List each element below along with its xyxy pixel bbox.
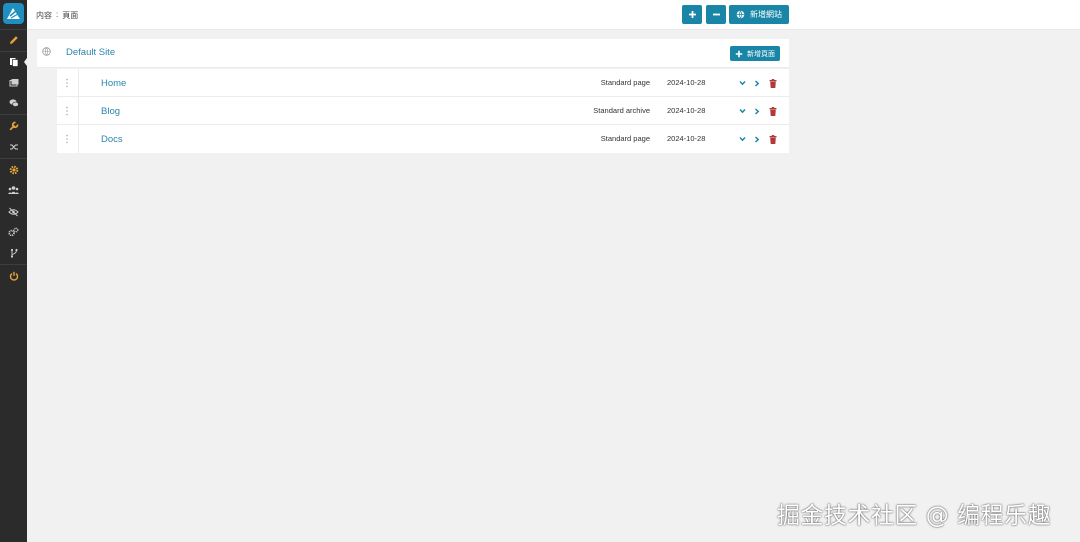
page-title-link[interactable]: Blog <box>101 106 120 117</box>
sidebar-item-tools[interactable] <box>0 117 27 135</box>
topbar: 内容 : 頁面 新增網站 <box>27 0 1080 30</box>
wrench-icon <box>9 121 18 131</box>
page-title-link[interactable]: Home <box>101 78 126 89</box>
users-icon <box>8 186 19 194</box>
delete-page-button[interactable] <box>768 78 778 88</box>
drag-handle-icon[interactable] <box>65 78 69 88</box>
branch-icon <box>10 248 18 258</box>
page-date: 2024-10-28 <box>667 134 706 143</box>
table-row: Docs Standard page 2024-10-28 <box>57 125 789 153</box>
chevron-down-icon <box>738 80 746 86</box>
plus-icon <box>735 50 743 57</box>
media-icon <box>9 79 18 87</box>
minus-icon <box>712 13 720 16</box>
trash-icon <box>769 78 777 88</box>
sidebar-divider <box>0 158 27 159</box>
chevron-down-icon <box>738 136 746 142</box>
power-icon <box>9 271 18 281</box>
chevron-right-icon <box>754 79 760 87</box>
sidebar-divider <box>0 51 27 52</box>
page-date: 2024-10-28 <box>667 106 706 115</box>
new-site-button[interactable]: 新增網站 <box>729 5 789 24</box>
expand-row-button[interactable] <box>737 106 747 116</box>
sidebar-divider <box>0 264 27 265</box>
chevron-down-icon <box>738 108 746 114</box>
table-row: Blog Standard archive 2024-10-28 <box>57 97 789 125</box>
open-page-button[interactable] <box>752 134 762 144</box>
new-site-label: 新增網站 <box>750 10 782 19</box>
sidebar-item-media[interactable] <box>0 74 27 92</box>
expand-all-button[interactable] <box>682 5 702 24</box>
watermark: 掘金技术社区 @ 编程乐趣 <box>777 503 1052 529</box>
pencil-icon <box>9 36 18 44</box>
shuffle-icon <box>9 144 18 150</box>
expand-row-button[interactable] <box>737 78 747 88</box>
page-type: Standard archive <box>593 106 650 115</box>
page-type: Standard page <box>600 78 650 87</box>
sidebar-item-branches[interactable] <box>0 244 27 262</box>
row-divider <box>78 125 79 153</box>
sidebar-divider <box>0 29 27 30</box>
open-page-button[interactable] <box>752 78 762 88</box>
logo-icon <box>7 8 20 19</box>
drag-handle-icon[interactable] <box>65 106 69 116</box>
row-divider <box>78 97 79 125</box>
collapse-all-button[interactable] <box>706 5 726 24</box>
sidebar-item-shuffle[interactable] <box>0 138 27 156</box>
logo[interactable] <box>3 3 24 24</box>
sidebar-item-comments[interactable] <box>0 94 27 112</box>
sidebar-divider <box>0 114 27 115</box>
sidebar-item-pages[interactable] <box>0 53 27 71</box>
globe-icon <box>42 47 51 56</box>
site-name[interactable]: Default Site <box>66 47 115 58</box>
new-page-label: 新增頁面 <box>747 50 775 58</box>
eye-slash-icon <box>8 207 19 217</box>
breadcrumb-current: 頁面 <box>62 11 79 20</box>
globe-icon <box>736 10 745 19</box>
delete-page-button[interactable] <box>768 106 778 116</box>
breadcrumb-separator: : <box>56 10 59 19</box>
page-list: Home Standard page 2024-10-28 Blog Stand… <box>57 69 789 153</box>
page-date: 2024-10-28 <box>667 78 706 87</box>
sidebar-item-logout[interactable] <box>0 267 27 285</box>
expand-row-button[interactable] <box>737 134 747 144</box>
delete-page-button[interactable] <box>768 134 778 144</box>
active-indicator <box>24 58 27 66</box>
trash-icon <box>769 106 777 116</box>
row-divider <box>78 69 79 97</box>
sidebar-item-edit[interactable] <box>0 31 27 49</box>
page-title-link[interactable]: Docs <box>101 134 123 145</box>
sidebar-item-privacy[interactable] <box>0 203 27 221</box>
sidebar-item-modules[interactable] <box>0 223 27 241</box>
table-row: Home Standard page 2024-10-28 <box>57 69 789 97</box>
chevron-right-icon <box>754 135 760 143</box>
sidebar-item-users[interactable] <box>0 181 27 199</box>
new-page-button[interactable]: 新增頁面 <box>730 46 780 61</box>
open-page-button[interactable] <box>752 106 762 116</box>
trash-icon <box>769 134 777 144</box>
chevron-right-icon <box>754 107 760 115</box>
site-header: Default Site 新增頁面 <box>37 39 789 68</box>
breadcrumb: 内容 : 頁面 <box>36 10 78 21</box>
sidebar-item-settings[interactable] <box>0 161 27 179</box>
pages-icon <box>9 58 18 67</box>
plus-icon <box>688 11 696 18</box>
drag-handle-icon[interactable] <box>65 134 69 144</box>
page-type: Standard page <box>600 134 650 143</box>
breadcrumb-section[interactable]: 内容 <box>36 10 52 21</box>
gear-icon <box>9 165 18 175</box>
sidebar <box>0 0 27 542</box>
cogs-icon <box>8 227 19 237</box>
comments-icon <box>9 99 19 107</box>
